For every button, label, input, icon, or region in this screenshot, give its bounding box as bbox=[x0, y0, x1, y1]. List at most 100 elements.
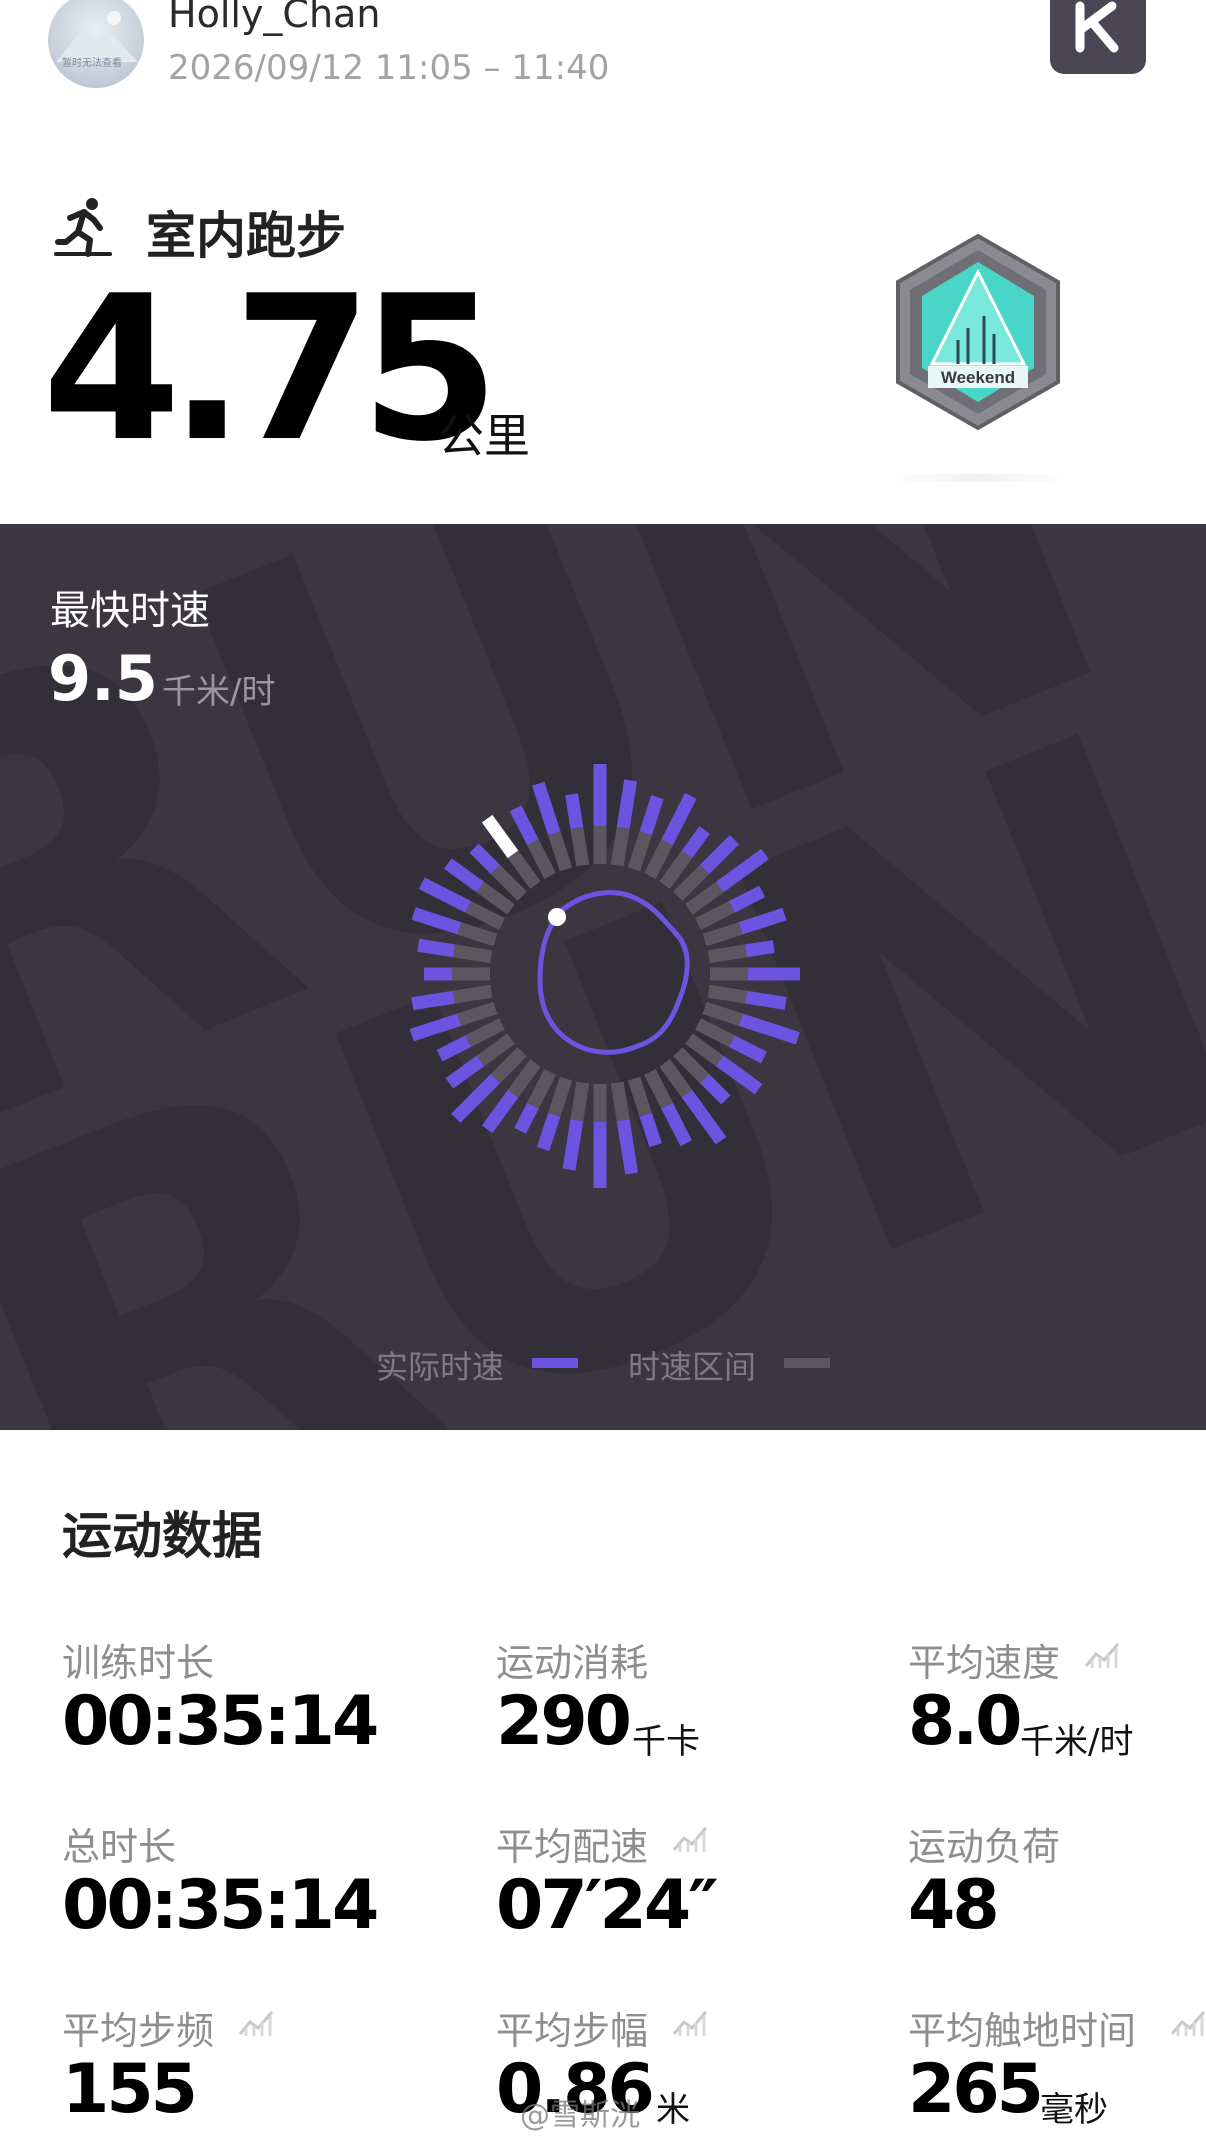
legend-speed-range: 时速区间 bbox=[628, 1348, 757, 1386]
stat-label: 平均步幅 bbox=[496, 2009, 649, 2053]
stat-label: 平均步频 bbox=[62, 2009, 215, 2053]
speed-range-bar bbox=[452, 984, 493, 1004]
actual-speed-bar bbox=[715, 848, 769, 893]
speed-range-bar bbox=[490, 864, 527, 901]
actual-speed-bar bbox=[681, 826, 710, 859]
speed-range-bar bbox=[673, 864, 710, 901]
actual-speed-bar bbox=[661, 792, 697, 846]
actual-speed-bar bbox=[445, 1055, 485, 1089]
legend-actual-swatch bbox=[532, 1358, 578, 1368]
max-speed-value: 9.5 bbox=[48, 642, 158, 715]
actual-speed-bar bbox=[509, 805, 539, 846]
keep-k-icon bbox=[1075, 1, 1119, 53]
max-speed-label: 最快时速 bbox=[50, 588, 210, 634]
weekend-badge[interactable]: Weekend bbox=[888, 232, 1068, 432]
speed-range-bar bbox=[476, 1033, 515, 1067]
actual-speed-bar bbox=[411, 907, 462, 935]
watermark: @雪斯洸 bbox=[520, 2098, 640, 2133]
mountain-icon bbox=[56, 11, 138, 62]
actual-speed-bar bbox=[436, 1035, 472, 1062]
actual-speed-bar bbox=[562, 1119, 584, 1171]
actual-speed-bar bbox=[481, 1089, 519, 1134]
speed-range-bar bbox=[457, 922, 498, 947]
speed-range-bar bbox=[527, 839, 556, 879]
actual-speed-bar bbox=[728, 885, 766, 913]
actual-speed-bar bbox=[616, 1119, 639, 1175]
speed-range-bar bbox=[490, 1047, 527, 1084]
stat-label: 平均配速 bbox=[496, 1825, 649, 1869]
distance-value: 4.75 bbox=[42, 253, 499, 486]
speed-range-bar bbox=[507, 850, 541, 889]
stat-unit: 米 bbox=[656, 2090, 690, 2130]
speed-range-bar bbox=[659, 1059, 693, 1098]
avatar[interactable]: 暂时无法查看 bbox=[48, 0, 144, 88]
speed-range-bar bbox=[465, 901, 505, 930]
actual-speed-bar bbox=[661, 1102, 693, 1147]
speed-range-bar bbox=[695, 1018, 735, 1047]
speed-range-bar bbox=[507, 1059, 541, 1098]
speed-range-bar bbox=[685, 1033, 724, 1067]
chart-icon[interactable] bbox=[238, 2006, 276, 2038]
speed-range-bar bbox=[610, 1081, 630, 1122]
speed-panel: RUN RUN 最快时速 9.5 千米/时 实际时速 时速区间 bbox=[0, 524, 1206, 1430]
actual-speed-bar bbox=[514, 1102, 539, 1134]
speed-ring-chart bbox=[409, 764, 800, 1188]
activity-date-range: 2026/09/12 11:05 – 11:40 bbox=[168, 48, 610, 88]
stat-value: 07′24″ bbox=[496, 1866, 719, 1945]
speed-range-bar bbox=[527, 1069, 556, 1109]
legend-range-swatch bbox=[784, 1358, 830, 1368]
speed-range-bar bbox=[465, 1018, 505, 1047]
speed-range-bar bbox=[707, 984, 748, 1004]
stat-unit: 千卡 bbox=[632, 1722, 700, 1762]
speed-range-bar bbox=[452, 944, 493, 964]
legend-actual-speed: 实际时速 bbox=[376, 1348, 505, 1386]
stat-label: 运动消耗 bbox=[496, 1641, 649, 1685]
actual-speed-bar bbox=[639, 1112, 662, 1148]
avatar-caption: 暂时无法查看 bbox=[62, 58, 122, 69]
speed-range-bar bbox=[548, 831, 573, 872]
speed-range-bar bbox=[627, 831, 652, 872]
actual-speed-bar bbox=[728, 1035, 767, 1064]
speed-range-bar bbox=[685, 881, 724, 915]
stat-value: 00:35:14 bbox=[62, 1866, 379, 1945]
speed-range-bar bbox=[627, 1076, 652, 1117]
actual-speed-bar bbox=[536, 1112, 561, 1152]
actual-speed-bar bbox=[469, 843, 500, 874]
actual-speed-bar bbox=[532, 781, 561, 836]
stat-label: 平均触地时间 bbox=[908, 2009, 1137, 2053]
stat-value: 290 bbox=[496, 1682, 632, 1761]
actual-speed-bar bbox=[738, 1013, 800, 1045]
actual-speed-bar bbox=[700, 835, 739, 874]
actual-speed-bar bbox=[444, 858, 485, 893]
stat-label: 训练时长 bbox=[62, 1641, 215, 1685]
speed-range-bar bbox=[610, 826, 630, 867]
chart-icon[interactable] bbox=[672, 2006, 710, 2038]
actual-speed-bar bbox=[745, 990, 787, 1010]
speed-range-bar bbox=[659, 850, 693, 889]
user-name[interactable]: Holly_Chan bbox=[168, 0, 380, 36]
speed-range-bar bbox=[702, 922, 743, 947]
speed-range-bar bbox=[570, 826, 590, 867]
speed-range-bar bbox=[644, 839, 673, 879]
actual-speed-bar bbox=[418, 877, 472, 913]
actual-speed-bar bbox=[700, 1074, 731, 1105]
actual-speed-bar bbox=[411, 990, 455, 1011]
chart-icon[interactable] bbox=[1170, 2006, 1206, 2038]
section-title-exercise-data: 运动数据 bbox=[62, 1507, 262, 1565]
max-speed-unit: 千米/时 bbox=[162, 672, 276, 712]
actual-speed-bar bbox=[417, 938, 455, 958]
speed-range-bar bbox=[695, 901, 735, 930]
stat-unit: 毫秒 bbox=[1040, 2090, 1108, 2130]
stat-label: 总时长 bbox=[62, 1825, 177, 1869]
badge-label: Weekend bbox=[941, 368, 1015, 387]
actual-speed-bar bbox=[715, 1055, 763, 1095]
max-speed-marker bbox=[481, 814, 519, 859]
distance-unit: 公里 bbox=[438, 409, 530, 463]
running-icon bbox=[54, 198, 112, 257]
chart-icon[interactable] bbox=[1084, 1638, 1122, 1670]
speed-range-bar bbox=[570, 1081, 590, 1122]
chart-icon[interactable] bbox=[672, 1822, 710, 1854]
stat-label: 平均速度 bbox=[908, 1641, 1061, 1685]
keep-logo-button[interactable] bbox=[1050, 0, 1146, 74]
actual-speed-bar bbox=[639, 795, 664, 836]
